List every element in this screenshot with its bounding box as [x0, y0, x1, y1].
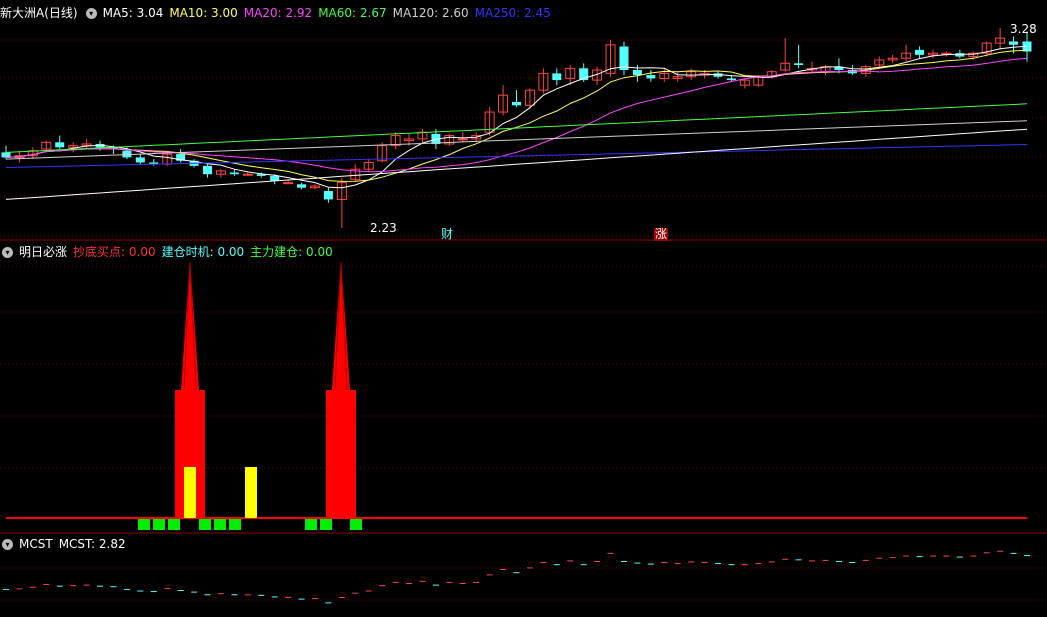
green-block — [138, 519, 150, 530]
candle-body — [646, 75, 656, 79]
green-block — [350, 519, 362, 530]
candle-body — [457, 138, 468, 141]
yellow-bar — [184, 467, 196, 518]
flag-zhang[interactable]: 涨 — [654, 228, 669, 241]
candle-body — [1009, 41, 1019, 45]
ma20-line — [5, 57, 1028, 173]
green-block — [153, 519, 165, 530]
candle-body — [297, 184, 307, 188]
green-block — [305, 519, 317, 530]
candle-body — [726, 78, 736, 81]
spike-base — [326, 390, 356, 518]
candle-body — [229, 172, 239, 175]
green-block — [168, 519, 180, 530]
spike-tip — [181, 262, 199, 390]
yellow-bar — [245, 467, 257, 518]
candle-body — [794, 63, 804, 65]
candle-body — [55, 142, 65, 148]
spike-tip — [332, 262, 350, 390]
candle-body — [915, 49, 925, 55]
ma5-line — [5, 45, 1028, 189]
candle-body — [242, 173, 253, 176]
candle-body — [135, 157, 145, 163]
ma60-line — [5, 103, 1028, 153]
green-block — [320, 519, 332, 530]
ma10-line — [5, 49, 1028, 182]
candle-body — [512, 101, 521, 106]
green-block — [214, 519, 226, 530]
green-block — [199, 519, 211, 530]
chart-canvas[interactable] — [0, 0, 1047, 617]
high-price-label: 3.28 — [1010, 22, 1037, 36]
candle-body — [1, 152, 11, 158]
candle-body — [283, 182, 294, 185]
green-block — [229, 519, 241, 530]
low-price-label: 2.23 — [370, 221, 397, 235]
flag-cai[interactable]: 财 — [440, 228, 454, 241]
candle-body — [632, 70, 642, 76]
candle-body — [203, 165, 213, 175]
candle-body — [323, 191, 333, 200]
candle-body — [270, 175, 280, 181]
candle-body — [552, 73, 562, 81]
